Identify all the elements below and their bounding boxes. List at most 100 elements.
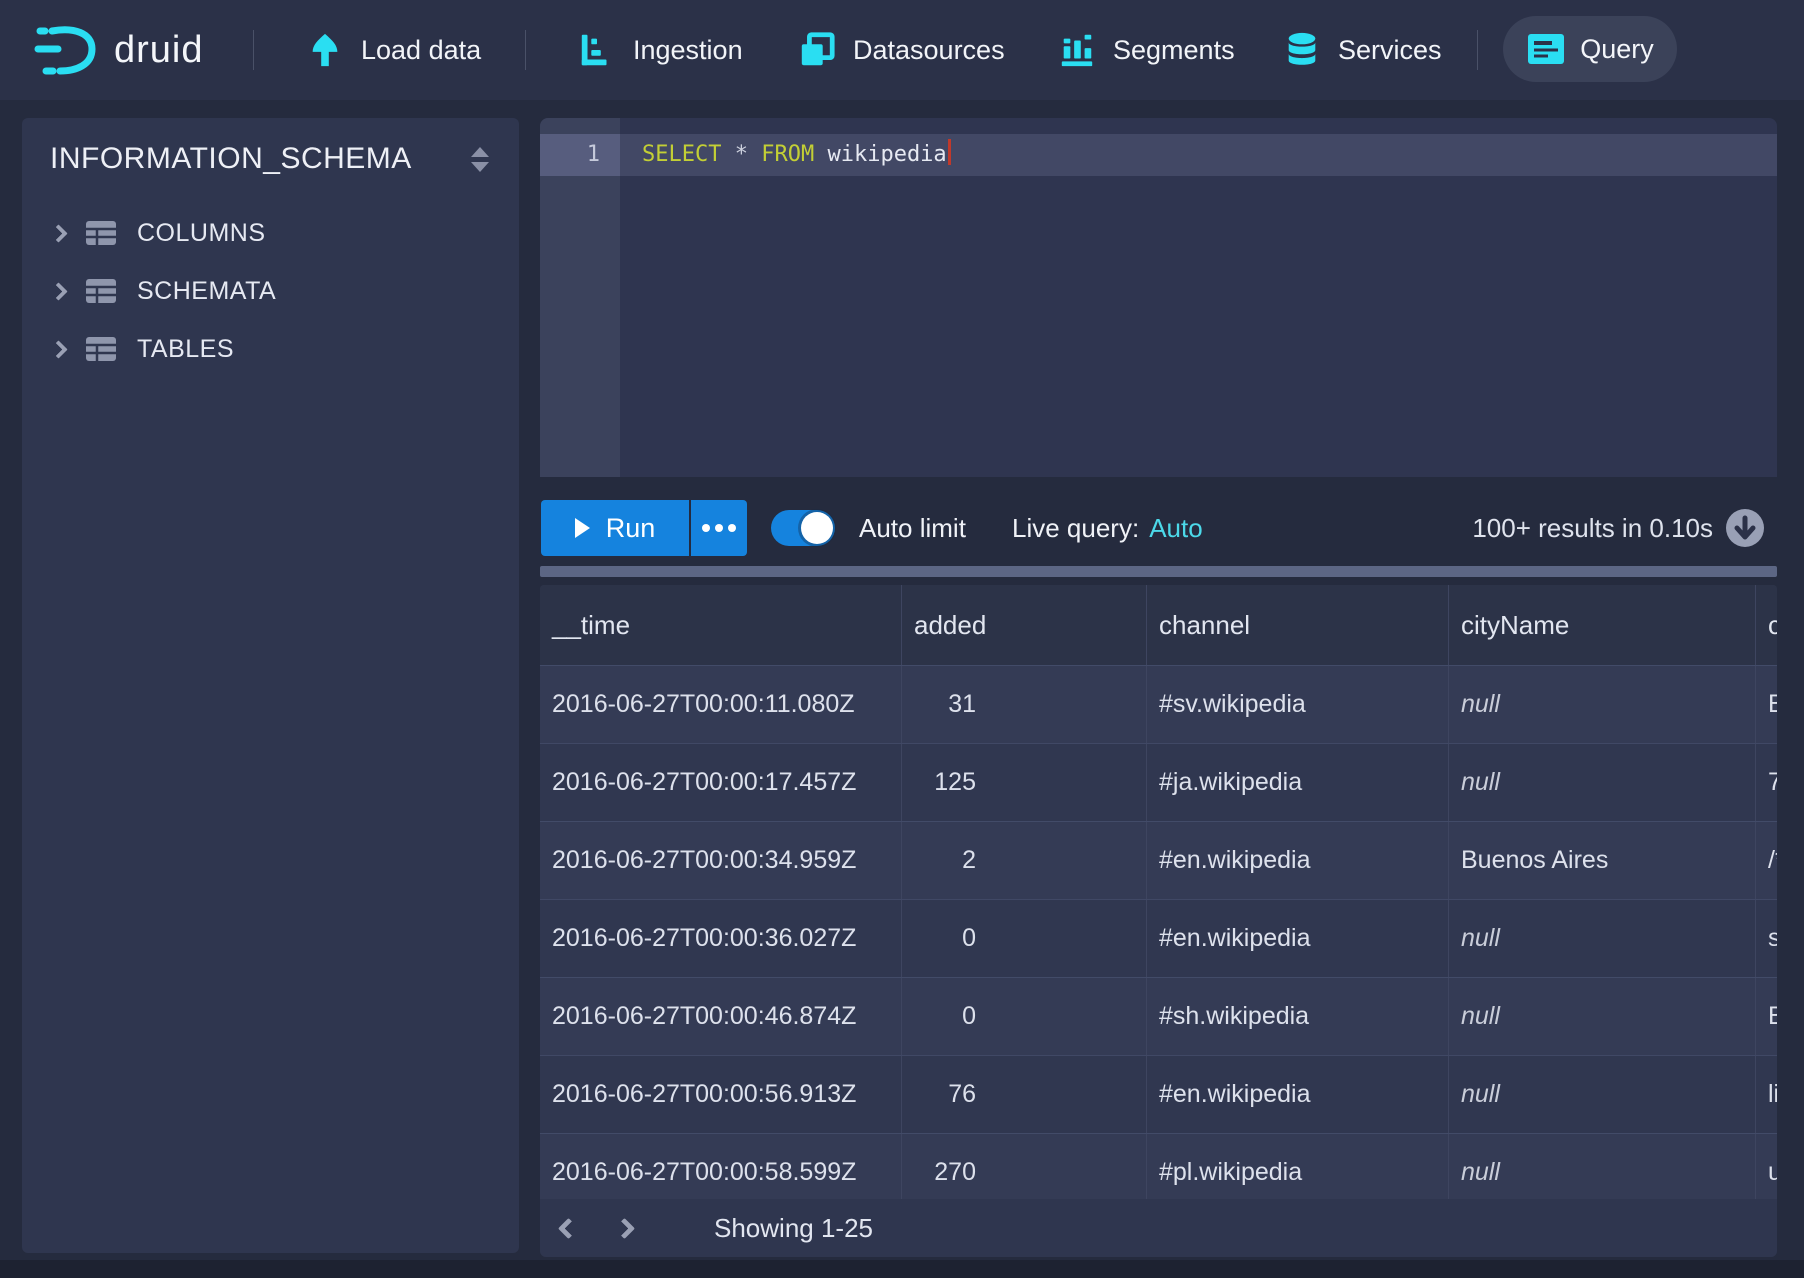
run-bar: Run Auto limit Live query:Auto 100+ resu… — [540, 500, 1777, 556]
sort-icon[interactable] — [467, 143, 493, 176]
druid-logo-icon — [34, 21, 100, 79]
nav-item-label: Services — [1338, 35, 1442, 66]
pagination-bar: Showing 1-25 — [540, 1199, 1777, 1257]
nav-item-datasources[interactable]: Datasources — [797, 0, 1005, 100]
cell-time[interactable]: 2016-06-27T00:00:56.913Z — [540, 1056, 902, 1133]
cell-channel[interactable]: #en.wikipedia — [1147, 900, 1449, 977]
cell-time[interactable]: 2016-06-27T00:00:36.027Z — [540, 900, 902, 977]
run-button[interactable]: Run — [541, 500, 689, 556]
sql-table-name: wikipedia — [827, 142, 946, 167]
cell-channel[interactable]: #en.wikipedia — [1147, 822, 1449, 899]
cell-added[interactable]: 0 — [902, 900, 1147, 977]
header-cell-cityname[interactable]: cityName — [1449, 585, 1756, 665]
nav-separator — [1477, 30, 1478, 70]
tree-item-schemata[interactable]: SCHEMATA — [22, 262, 519, 320]
cell-comment[interactable]: 70. — [1756, 744, 1777, 821]
run-button-label: Run — [606, 513, 656, 544]
table-row: 2016-06-27T00:00:11.080Z 31 #sv.wikipedi… — [540, 665, 1777, 743]
toggle-track — [771, 510, 835, 546]
navbar: druid Load data Ingestion — [0, 0, 1804, 100]
cell-comment[interactable]: Bot — [1756, 978, 1777, 1055]
nav-separator — [525, 30, 526, 70]
table-header-row: __time added channel cityName comment — [540, 585, 1777, 665]
more-icon — [702, 524, 710, 532]
chevron-right-icon — [49, 224, 67, 242]
nav-separator — [253, 30, 254, 70]
nav-item-label: Datasources — [853, 35, 1005, 66]
results-summary: 100+ results in 0.10s — [1472, 500, 1713, 556]
cell-channel[interactable]: #sh.wikipedia — [1147, 978, 1449, 1055]
auto-limit-toggle[interactable]: Auto limit — [771, 510, 966, 546]
cell-comment[interactable]: Bot — [1756, 666, 1777, 743]
header-cell-comment[interactable]: comment — [1756, 585, 1777, 665]
table-row: 2016-06-27T00:00:36.027Z 0 #en.wikipedia… — [540, 899, 1777, 977]
cell-channel[interactable]: #ja.wikipedia — [1147, 744, 1449, 821]
next-page-button[interactable] — [596, 1199, 652, 1257]
download-button[interactable] — [1725, 508, 1765, 548]
nav-item-ingestion[interactable]: Ingestion — [577, 0, 743, 100]
cell-added[interactable]: 125 — [902, 744, 1147, 821]
cell-time[interactable]: 2016-06-27T00:00:17.457Z — [540, 744, 902, 821]
cell-time[interactable]: 2016-06-27T00:00:46.874Z — [540, 978, 902, 1055]
chevron-right-icon — [49, 340, 67, 358]
druid-logo-text: druid — [114, 29, 204, 72]
run-more-button[interactable] — [689, 500, 747, 556]
schema-tree: COLUMNS SCHEMATA — [22, 204, 519, 378]
tree-item-tables[interactable]: TABLES — [22, 320, 519, 378]
auto-limit-label: Auto limit — [859, 513, 966, 544]
nav-item-segments[interactable]: Segments — [1057, 0, 1235, 100]
cell-cityname[interactable]: null — [1449, 978, 1756, 1055]
cell-cityname[interactable]: null — [1449, 1056, 1756, 1133]
tree-item-label: TABLES — [137, 335, 234, 364]
header-cell-added[interactable]: added — [902, 585, 1147, 665]
services-icon — [1282, 30, 1322, 70]
druid-logo[interactable]: druid — [34, 20, 204, 80]
cell-comment[interactable]: link — [1756, 1056, 1777, 1133]
cell-cityname[interactable]: null — [1449, 900, 1756, 977]
cell-cityname[interactable]: null — [1449, 666, 1756, 743]
cell-added[interactable]: 2 — [902, 822, 1147, 899]
cell-channel[interactable]: #sv.wikipedia — [1147, 666, 1449, 743]
horizontal-scrollbar[interactable] — [540, 566, 1777, 577]
sql-keyword: FROM — [761, 142, 814, 167]
cell-time[interactable]: 2016-06-27T00:00:11.080Z — [540, 666, 902, 743]
run-button-group: Run — [541, 500, 747, 556]
cell-added[interactable]: 31 — [902, 666, 1147, 743]
toggle-knob — [801, 512, 833, 544]
segments-icon — [1057, 30, 1097, 70]
chevron-right-icon — [613, 1217, 634, 1238]
cell-added[interactable]: 0 — [902, 978, 1147, 1055]
sql-editor[interactable]: 1 SELECT * FROM wikipedia — [540, 118, 1777, 477]
nav-item-services[interactable]: Services — [1282, 0, 1442, 100]
cell-comment[interactable]: /* S — [1756, 822, 1777, 899]
cell-cityname[interactable]: null — [1449, 744, 1756, 821]
cell-added[interactable]: 76 — [902, 1056, 1147, 1133]
datasources-icon — [797, 30, 837, 70]
chevron-right-icon — [49, 282, 67, 300]
schema-panel: INFORMATION_SCHEMA COLUMNS — [22, 118, 519, 1253]
cell-channel[interactable]: #en.wikipedia — [1147, 1056, 1449, 1133]
tree-item-columns[interactable]: COLUMNS — [22, 204, 519, 262]
druid-console: druid Load data Ingestion — [0, 0, 1804, 1278]
live-query-value[interactable]: Auto — [1149, 513, 1203, 543]
nav-item-load-data[interactable]: Load data — [305, 0, 481, 100]
prev-page-button[interactable] — [540, 1199, 596, 1257]
table-row: 2016-06-27T00:00:34.959Z 2 #en.wikipedia… — [540, 821, 1777, 899]
header-cell-channel[interactable]: channel — [1147, 585, 1449, 665]
nav-item-label: Segments — [1113, 35, 1235, 66]
nav-item-label: Load data — [361, 35, 481, 66]
schema-header: INFORMATION_SCHEMA — [22, 118, 519, 176]
nav-item-label: Query — [1580, 34, 1654, 65]
sql-star: * — [735, 142, 748, 167]
live-query-control: Live query:Auto — [1012, 500, 1203, 556]
cell-comment[interactable]: sta — [1756, 900, 1777, 977]
table-row: 2016-06-27T00:00:46.874Z 0 #sh.wikipedia… — [540, 977, 1777, 1055]
sql-keyword: SELECT — [642, 142, 721, 167]
cell-cityname[interactable]: Buenos Aires — [1449, 822, 1756, 899]
load-data-icon — [305, 30, 345, 70]
nav-item-query[interactable]: Query — [1503, 16, 1677, 82]
header-cell-time[interactable]: __time — [540, 585, 902, 665]
chevron-left-icon — [557, 1217, 578, 1238]
cell-time[interactable]: 2016-06-27T00:00:34.959Z — [540, 822, 902, 899]
download-icon — [1725, 508, 1765, 548]
